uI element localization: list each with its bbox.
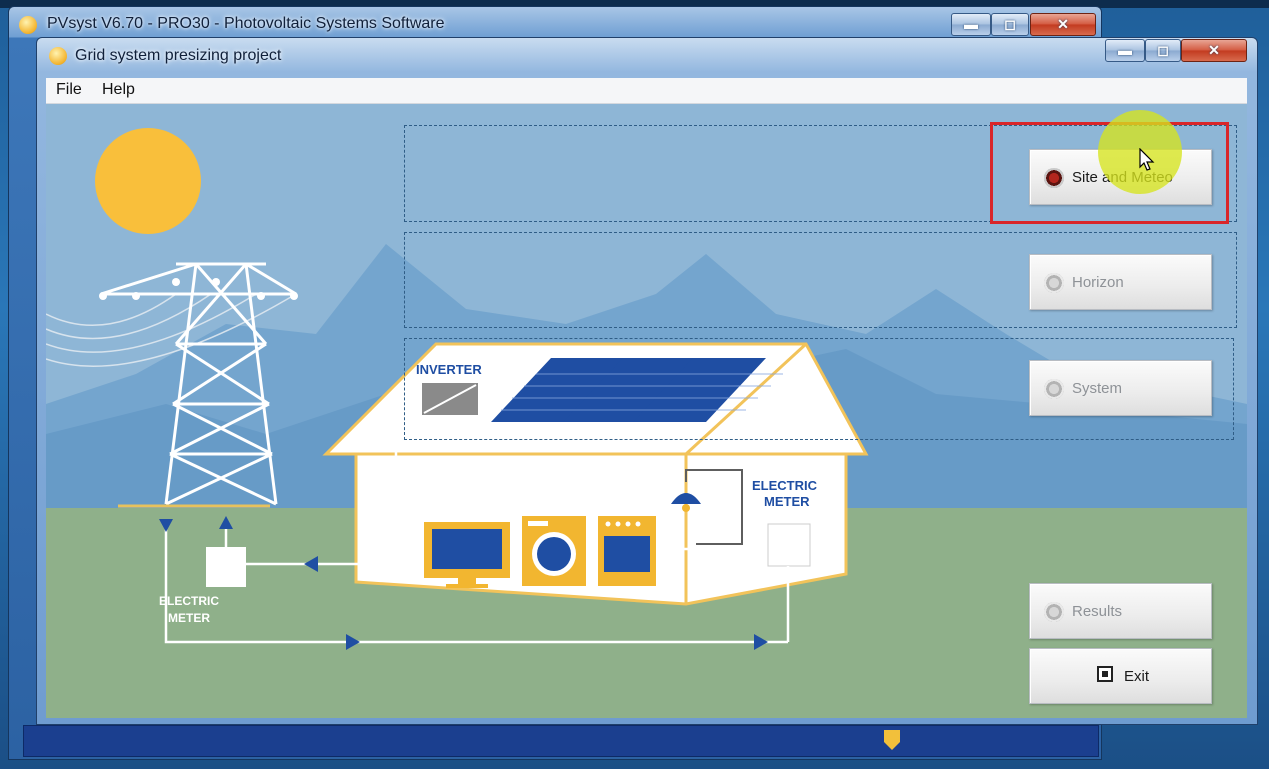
exit-label: Exit (1124, 668, 1150, 685)
horizon-label: Horizon (1072, 274, 1124, 291)
results-button[interactable]: Results (1029, 583, 1212, 639)
radio-icon (1044, 379, 1064, 399)
presizing-maximize-button[interactable]: ◻ (1145, 39, 1181, 62)
electric-meter-left (206, 547, 246, 587)
main-maximize-button[interactable]: ◻ (991, 13, 1029, 36)
exit-button[interactable]: Exit (1029, 648, 1212, 704)
radio-icon (1044, 273, 1064, 293)
main-close-button[interactable]: ✕ (1030, 13, 1096, 36)
pvsyst-sun-icon (19, 16, 37, 34)
sun-icon (95, 128, 201, 234)
main-window-title: PVsyst V6.70 - PRO30 - Photovoltaic Syst… (47, 15, 445, 32)
horizon-button[interactable]: Horizon (1029, 254, 1212, 310)
presizing-project-window: Grid system presizing project ▬ ◻ ✕ File… (36, 37, 1258, 725)
meter-left-label-1: ELECTRIC (159, 594, 219, 608)
menu-help[interactable]: Help (102, 81, 135, 99)
presizing-illustration-canvas: INVERTER ELECTRIC METER ELECTRIC METER S… (46, 104, 1247, 718)
radio-icon (1044, 602, 1064, 622)
bookmark-icon (884, 730, 900, 750)
exit-square-icon (1097, 666, 1113, 682)
meter-left-label-2: METER (168, 611, 210, 625)
meter-right-label-1: ELECTRIC (752, 478, 818, 493)
system-button[interactable]: System (1029, 360, 1212, 416)
results-label: Results (1072, 603, 1123, 620)
oven-icon (598, 516, 656, 586)
presizing-close-button[interactable]: ✕ (1181, 39, 1247, 62)
washing-machine-icon (522, 516, 586, 586)
main-minimize-button[interactable]: ▬ (951, 13, 991, 36)
main-window-status-area (23, 725, 1099, 757)
menu-bar: File Help (46, 78, 1247, 104)
menu-file[interactable]: File (56, 81, 82, 99)
pylon-insulators (99, 278, 298, 300)
mouse-pointer-icon (1139, 148, 1155, 171)
pvsyst-sun-icon (49, 47, 67, 65)
system-label: System (1072, 380, 1123, 397)
meter-right-label-2: METER (764, 494, 810, 509)
presizing-window-title: Grid system presizing project (75, 47, 282, 64)
presizing-minimize-button[interactable]: ▬ (1105, 39, 1145, 62)
electric-meter-right (767, 523, 811, 567)
